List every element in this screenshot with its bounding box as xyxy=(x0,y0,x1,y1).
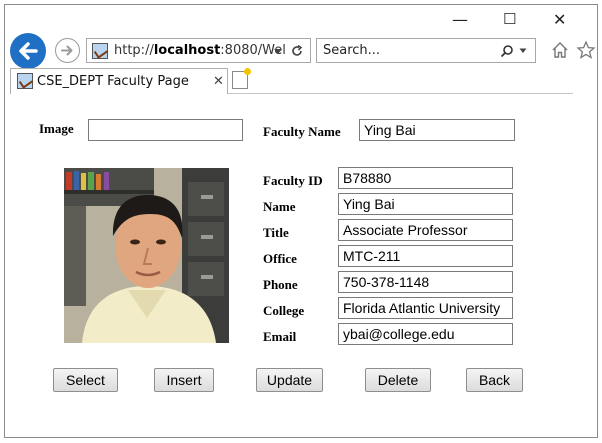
college-label: College xyxy=(263,303,305,318)
name-label: Name xyxy=(263,199,296,214)
insert-button[interactable]: Insert xyxy=(154,368,214,392)
tab-title: CSE_DEPT Faculty Page xyxy=(37,74,189,89)
home-icon[interactable] xyxy=(550,40,570,60)
faculty-photo xyxy=(64,168,229,343)
dropdown-arrow-icon[interactable] xyxy=(273,48,283,55)
title-label: Title xyxy=(263,225,289,240)
refresh-icon[interactable] xyxy=(290,44,304,58)
update-button[interactable]: Update xyxy=(256,368,323,392)
search-placeholder: Search... xyxy=(323,43,381,58)
back-button[interactable]: Back xyxy=(466,368,523,392)
office-field[interactable]: MTC-211 xyxy=(338,245,513,267)
forward-nav-button[interactable] xyxy=(55,38,80,63)
arrow-right-icon xyxy=(61,45,73,56)
select-button[interactable]: Select xyxy=(53,368,118,392)
faculty-id-label: Faculty ID xyxy=(263,173,323,188)
college-field[interactable]: Florida Atlantic University xyxy=(338,297,513,319)
office-label: Office xyxy=(263,251,297,266)
name-field[interactable]: Ying Bai xyxy=(338,193,513,215)
email-field[interactable]: ybai@college.edu xyxy=(338,323,513,345)
image-input[interactable] xyxy=(88,119,243,141)
tab-divider xyxy=(228,93,573,94)
address-text: http://localhost:8080/Wel xyxy=(114,43,286,58)
new-tab-icon[interactable] xyxy=(232,68,251,89)
search-icon[interactable] xyxy=(500,44,514,58)
faculty-id-field[interactable]: B78880 xyxy=(338,167,513,189)
tab-favicon-icon xyxy=(17,73,33,89)
page-favicon-icon xyxy=(92,43,108,59)
close-tab-icon[interactable]: ✕ xyxy=(213,73,224,89)
phone-label: Phone xyxy=(263,277,298,292)
phone-field[interactable]: 750-378-1148 xyxy=(338,271,513,293)
search-box[interactable]: Search... xyxy=(316,38,536,63)
email-label: Email xyxy=(263,329,297,344)
title-field[interactable]: Associate Professor xyxy=(338,219,513,241)
maximize-button[interactable]: ☐ xyxy=(503,10,516,28)
close-window-button[interactable]: ✕ xyxy=(553,10,566,29)
faculty-name-label: Faculty Name xyxy=(263,124,341,139)
address-bar[interactable]: http://localhost:8080/Wel xyxy=(86,38,311,63)
favorites-star-icon[interactable] xyxy=(576,40,596,60)
back-nav-button[interactable] xyxy=(10,33,46,69)
tab-faculty-page[interactable]: CSE_DEPT Faculty Page ✕ xyxy=(10,68,228,94)
delete-button[interactable]: Delete xyxy=(365,368,431,392)
image-label: Image xyxy=(39,121,74,136)
search-dropdown-icon[interactable] xyxy=(519,48,527,54)
faculty-name-select[interactable]: Ying Bai xyxy=(359,119,515,141)
arrow-left-icon xyxy=(19,42,38,60)
minimize-button[interactable]: — xyxy=(452,10,468,29)
